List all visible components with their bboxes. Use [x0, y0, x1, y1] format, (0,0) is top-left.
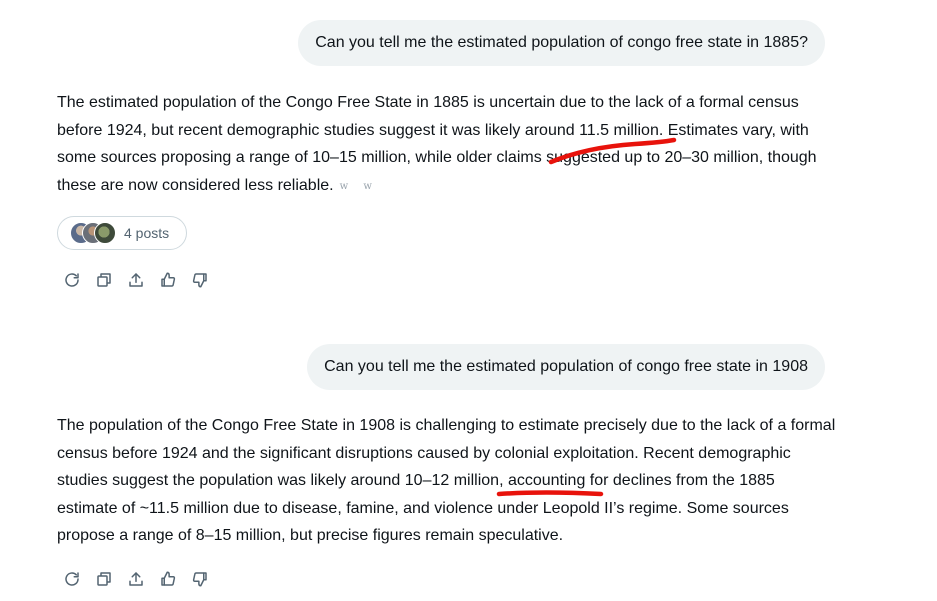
avatar	[94, 222, 116, 244]
thumbs-down-icon	[192, 273, 207, 288]
posts-count-label: 4 posts	[124, 225, 170, 241]
assistant-response-2: The population of the Congo Free State i…	[57, 412, 837, 550]
share-icon	[129, 273, 143, 287]
thumbs-down-icon	[192, 572, 207, 587]
share-button[interactable]	[127, 270, 159, 290]
regenerate-button[interactable]	[63, 569, 95, 589]
regenerate-icon	[65, 572, 79, 586]
response-1-actions	[63, 270, 223, 290]
user-message-2-text: Can you tell me the estimated population…	[324, 358, 808, 375]
response-2-actions	[63, 569, 223, 589]
assistant-response-1: The estimated population of the Congo Fr…	[57, 89, 837, 200]
sources-posts-button[interactable]: 4 posts	[57, 216, 187, 250]
user-message-1-text: Can you tell me the estimated population…	[315, 34, 808, 51]
dislike-button[interactable]	[191, 569, 223, 589]
copy-button[interactable]	[95, 569, 127, 589]
response-1-highlight: 11.5 million.	[579, 121, 664, 139]
thumbs-up-icon	[161, 571, 176, 586]
user-message-1: Can you tell me the estimated population…	[298, 20, 825, 66]
like-button[interactable]	[159, 569, 191, 589]
copy-icon	[97, 572, 111, 586]
regenerate-icon	[65, 273, 79, 287]
response-2-highlight: 10–12 million	[404, 472, 500, 489]
regenerate-button[interactable]	[63, 270, 95, 290]
citation-glyphs[interactable]: w w	[340, 181, 378, 192]
like-button[interactable]	[159, 270, 191, 290]
share-icon	[129, 572, 143, 586]
copy-button[interactable]	[95, 270, 127, 290]
source-avatars	[70, 222, 120, 244]
user-message-2: Can you tell me the estimated population…	[307, 344, 825, 390]
copy-icon	[97, 273, 111, 287]
dislike-button[interactable]	[191, 270, 223, 290]
share-button[interactable]	[127, 569, 159, 589]
thumbs-up-icon	[161, 272, 176, 287]
